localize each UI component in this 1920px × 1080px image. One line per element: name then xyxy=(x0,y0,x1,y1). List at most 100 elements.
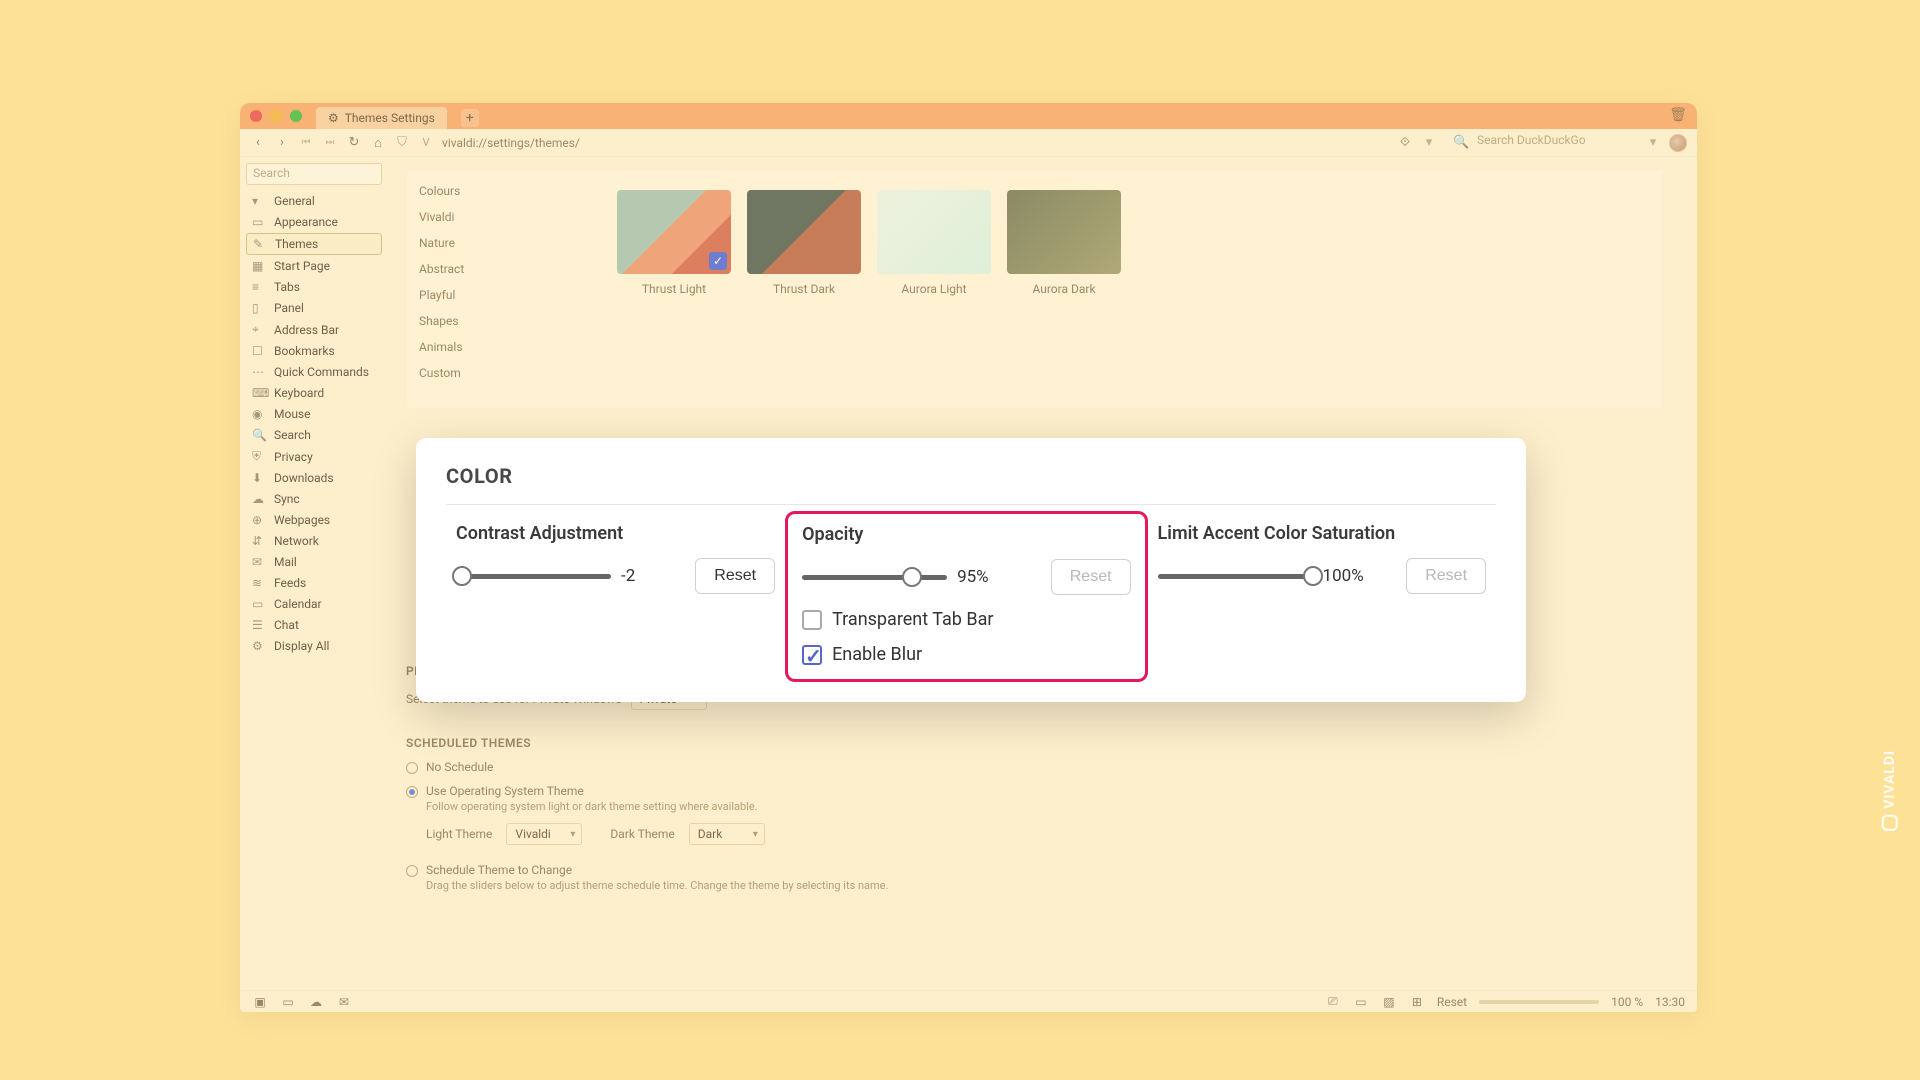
sidebar-item-start page[interactable]: ▦ Start Page xyxy=(246,256,382,276)
theme-aurora light[interactable]: Aurora Light xyxy=(877,190,991,388)
sidebar-item-icon: ◉ xyxy=(252,407,266,421)
minimize-window-button[interactable] xyxy=(270,110,282,122)
tab-label: Themes Settings xyxy=(345,111,435,125)
opacity-reset-button[interactable]: Reset xyxy=(1051,559,1131,595)
category-shapes[interactable]: Shapes xyxy=(419,308,585,334)
sidebar-item-sync[interactable]: ☁Sync xyxy=(246,489,382,509)
tab-themes-settings[interactable]: ⚙ Themes Settings xyxy=(316,107,447,129)
status-time: 13:30 xyxy=(1655,995,1685,1009)
sidebar-item-address bar[interactable]: ⌖Address Bar xyxy=(246,319,382,340)
sidebar-item-downloads[interactable]: ⬇Downloads xyxy=(246,468,382,488)
theme-thumbnails: Thrust LightThrust DarkAurora Light Auror… xyxy=(597,170,1141,408)
theme-aurora dark[interactable]: Aurora Dark xyxy=(1007,190,1121,388)
status-capture-icon[interactable]: ⎚ xyxy=(1325,994,1341,1009)
sidebar-item-icon: ☰ xyxy=(252,618,266,632)
contrast-slider[interactable] xyxy=(456,567,611,585)
category-abstract[interactable]: Abstract xyxy=(419,256,585,282)
panel-toggle-icon[interactable]: ▣ xyxy=(252,995,268,1009)
enable-blur-checkbox[interactable] xyxy=(802,645,822,665)
sidebar-item-label: Start Page xyxy=(274,259,330,273)
theme-thrust dark[interactable]: Thrust Dark xyxy=(747,190,861,388)
zoom-slider[interactable] xyxy=(1479,1000,1599,1004)
sidebar-item-appearance[interactable]: ▭Appearance xyxy=(246,212,382,232)
sidebar-item-keyboard[interactable]: ⌨Keyboard xyxy=(246,383,382,403)
nav-forward-button[interactable]: › xyxy=(274,135,290,150)
close-window-button[interactable] xyxy=(250,110,262,122)
light-theme-select[interactable]: Vivaldi xyxy=(506,823,582,845)
sidebar-item-quick commands[interactable]: ⋯Quick Commands xyxy=(246,362,382,382)
capture-icon[interactable]: ▭ xyxy=(280,995,296,1009)
sidebar-item-calendar[interactable]: ▭Calendar xyxy=(246,594,382,614)
status-image-icon[interactable]: ▨ xyxy=(1381,995,1397,1009)
sidebar-item-tabs[interactable]: ≡Tabs xyxy=(246,277,382,297)
chevron-down-icon[interactable]: ▾ xyxy=(1421,135,1437,150)
fast-forward-button[interactable]: ⏭ xyxy=(322,137,338,148)
saturation-slider[interactable] xyxy=(1158,567,1313,585)
sidebar-item-icon: ⋯ xyxy=(252,365,266,379)
new-tab-button[interactable]: + xyxy=(461,109,479,127)
category-playful[interactable]: Playful xyxy=(419,282,585,308)
sidebar-item-webpages[interactable]: ⊕Webpages xyxy=(246,510,382,530)
sidebar-item-label: Search xyxy=(274,428,311,442)
sidebar-item-chat[interactable]: ☰Chat xyxy=(246,615,382,635)
sidebar-item-network[interactable]: ⇵Network xyxy=(246,531,382,551)
bookmark-icon[interactable]: ⟐ xyxy=(1397,135,1413,150)
sidebar-item-bookmarks[interactable]: ☐Bookmarks xyxy=(246,341,382,361)
sidebar-item-mouse[interactable]: ◉Mouse xyxy=(246,404,382,424)
sidebar-item-search[interactable]: 🔍Search xyxy=(246,425,382,445)
dark-theme-label: Dark Theme xyxy=(610,827,674,841)
transparent-tabbar-checkbox[interactable] xyxy=(802,610,822,630)
category-nature[interactable]: Nature xyxy=(419,230,585,256)
status-toggle-icon[interactable]: ▭ xyxy=(1353,995,1369,1009)
contrast-label: Contrast Adjustment xyxy=(456,523,775,544)
sidebar-search-input[interactable]: Search xyxy=(246,163,382,185)
reload-button[interactable]: ↻ xyxy=(346,135,362,150)
theme-gallery: ColoursVivaldiNatureAbstractPlayfulShape… xyxy=(406,169,1663,409)
category-vivaldi[interactable]: Vivaldi xyxy=(419,204,585,230)
saturation-reset-button[interactable]: Reset xyxy=(1406,558,1486,594)
address-bar[interactable]: vivaldi://settings/themes/ xyxy=(442,136,580,150)
search-input[interactable]: Search DuckDuckGo xyxy=(1477,133,1637,153)
mail-status-icon[interactable]: ✉ xyxy=(336,995,352,1009)
window-controls xyxy=(250,110,302,122)
sidebar-item-themes[interactable]: ✎Themes xyxy=(246,233,382,255)
sidebar-item-feeds[interactable]: ≋Feeds xyxy=(246,573,382,593)
zoom-reset[interactable]: Reset xyxy=(1437,995,1467,1009)
theme-caption: Aurora Dark xyxy=(1007,282,1121,296)
sidebar-item-label: Privacy xyxy=(274,450,313,464)
radio-no-schedule[interactable] xyxy=(406,762,418,774)
titlebar: ⚙ Themes Settings + 🗑 xyxy=(240,103,1697,129)
light-theme-label: Light Theme xyxy=(426,827,492,841)
chevron-down-icon[interactable]: ▾ xyxy=(1645,135,1661,150)
contrast-reset-button[interactable]: Reset xyxy=(695,558,775,594)
sidebar-item-privacy[interactable]: ⛨Privacy xyxy=(246,446,382,467)
radio-schedule-change[interactable] xyxy=(406,865,418,877)
sidebar-item-label: Appearance xyxy=(274,215,338,229)
theme-thrust light[interactable]: Thrust Light xyxy=(617,190,731,388)
category-colours[interactable]: Colours xyxy=(419,178,585,204)
sync-status-icon[interactable]: ☁ xyxy=(308,995,324,1009)
category-custom[interactable]: Custom xyxy=(419,360,585,386)
tiling-icon[interactable]: ⊞ xyxy=(1409,995,1425,1009)
opacity-slider[interactable] xyxy=(802,568,947,586)
category-animals[interactable]: Animals xyxy=(419,334,585,360)
radio-use-os[interactable] xyxy=(406,786,418,798)
home-button[interactable]: ⌂ xyxy=(370,135,386,151)
sidebar-item-icon: ▦ xyxy=(252,259,266,273)
shield-icon[interactable]: ⛉ xyxy=(394,135,410,150)
maximize-window-button[interactable] xyxy=(290,110,302,122)
color-heading: COLOR xyxy=(446,464,1496,488)
profile-avatar[interactable] xyxy=(1669,134,1687,152)
nav-back-button[interactable]: ‹ xyxy=(250,135,266,150)
sidebar-item-panel[interactable]: ▯Panel xyxy=(246,298,382,318)
sidebar-item-icon: ⚙ xyxy=(252,639,266,653)
sidebar-item-display all[interactable]: ⚙Display All xyxy=(246,636,382,656)
gear-icon: ⚙ xyxy=(328,111,339,125)
dark-theme-select[interactable]: Dark xyxy=(689,823,765,845)
toolbar: ‹ › ⏮ ⏭ ↻ ⌂ ⛉ V vivaldi://settings/theme… xyxy=(240,129,1697,157)
sidebar-item-general[interactable]: ▾General xyxy=(246,191,382,211)
sidebar-item-mail[interactable]: ✉Mail xyxy=(246,552,382,572)
trash-icon[interactable]: 🗑 xyxy=(1669,107,1687,123)
theme-preview xyxy=(747,190,861,274)
rewind-button[interactable]: ⏮ xyxy=(298,137,314,148)
